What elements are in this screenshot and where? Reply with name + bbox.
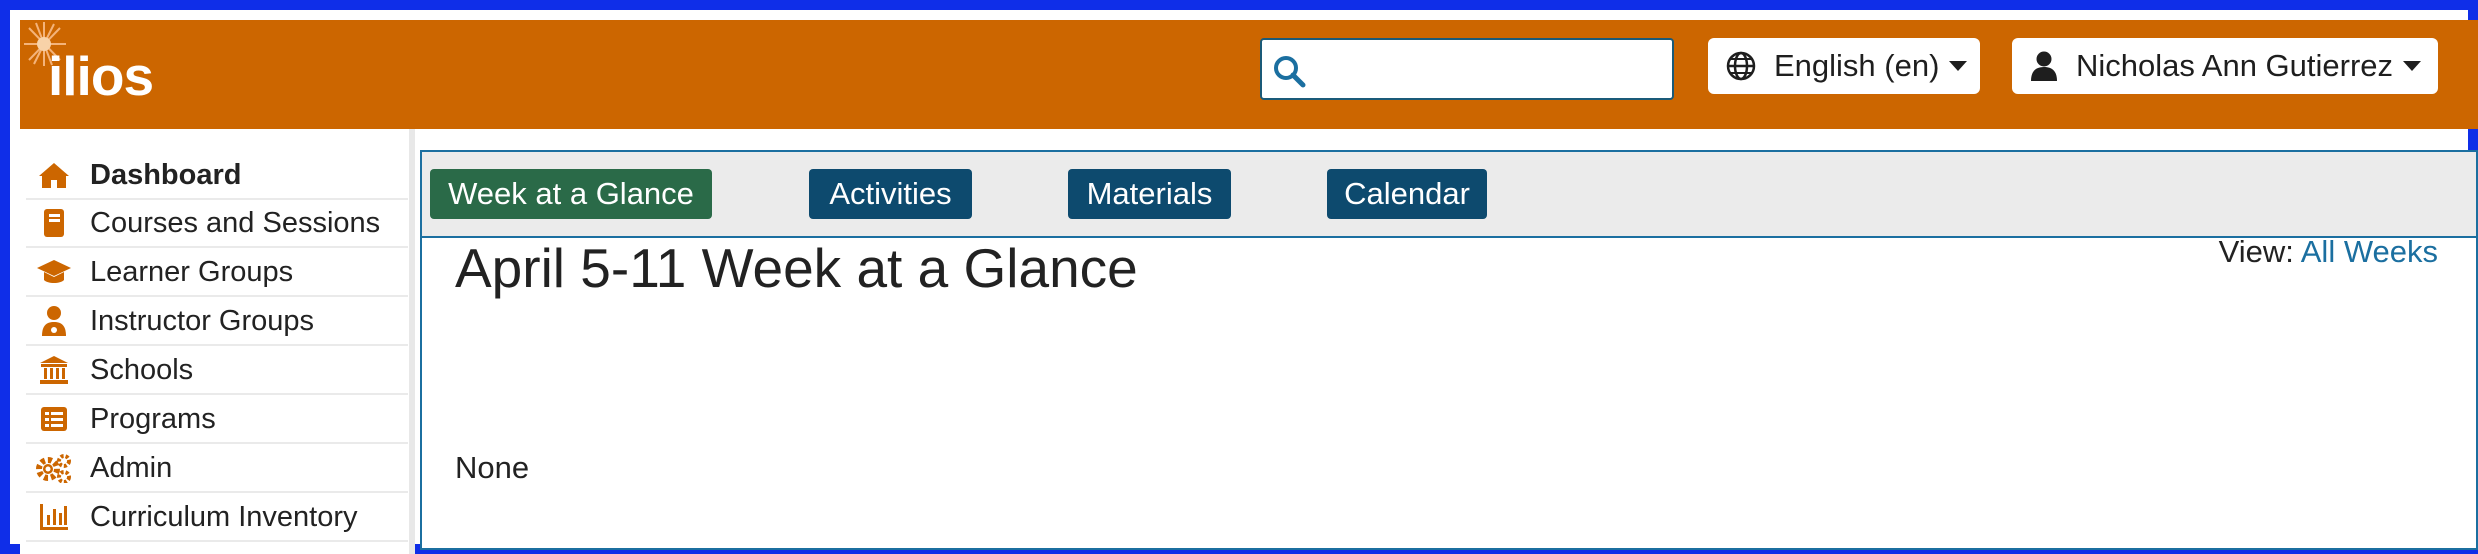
user-md-icon xyxy=(32,305,76,337)
language-dropdown[interactable]: English (en) xyxy=(1708,38,1980,94)
tab-materials[interactable]: Materials xyxy=(1068,169,1231,219)
top-header: ilios English (en) Nicholas Ann Gutierre… xyxy=(20,20,2478,129)
user-menu-dropdown[interactable]: Nicholas Ann Gutierrez xyxy=(2012,38,2438,94)
page-title: April 5-11 Week at a Glance xyxy=(455,237,1138,299)
chart-bar-icon xyxy=(32,503,76,531)
sidebar-nav: Dashboard Courses and Sessions Learner G… xyxy=(20,129,415,554)
view-prefix-label: View: xyxy=(2218,234,2294,269)
chevron-down-icon xyxy=(2403,61,2422,71)
search-icon xyxy=(1274,56,1306,88)
sidebar-item-label: Curriculum Inventory xyxy=(90,500,358,533)
empty-state-text: None xyxy=(455,450,530,485)
sidebar-item-label: Learner Groups xyxy=(90,255,294,288)
chevron-down-icon xyxy=(1949,61,1968,71)
all-weeks-link[interactable]: All Weeks xyxy=(2301,234,2438,269)
graduation-cap-icon xyxy=(32,259,76,285)
list-alt-icon xyxy=(32,406,76,432)
search-input[interactable] xyxy=(1314,48,1668,92)
sidebar-item-label: Instructor Groups xyxy=(90,304,315,337)
tab-activities[interactable]: Activities xyxy=(809,169,972,219)
user-icon xyxy=(2030,51,2058,81)
sidebar-item-label: Courses and Sessions xyxy=(90,206,381,239)
sidebar-item-admin[interactable]: Admin xyxy=(26,445,408,493)
sidebar-item-schools[interactable]: Schools xyxy=(26,347,408,395)
cogs-icon xyxy=(32,453,76,483)
view-selector: View: All Weeks xyxy=(2219,234,2438,270)
logo-text: ilios xyxy=(48,45,154,107)
ilios-logo[interactable]: ilios xyxy=(24,20,184,120)
user-name-label: Nicholas Ann Gutierrez xyxy=(2076,48,2394,83)
sidebar-item-programs[interactable]: Programs xyxy=(26,396,408,444)
sidebar-item-dashboard[interactable]: Dashboard xyxy=(26,152,408,200)
university-icon xyxy=(32,355,76,385)
app-frame: ilios English (en) Nicholas Ann Gutierre… xyxy=(0,0,2478,554)
globe-icon xyxy=(1726,51,1756,81)
sidebar-item-learner-groups[interactable]: Learner Groups xyxy=(26,249,408,297)
search-box[interactable] xyxy=(1260,38,1674,100)
home-icon xyxy=(32,161,76,189)
sidebar-item-curriculum-inventory[interactable]: Curriculum Inventory xyxy=(26,494,408,542)
sidebar-item-label: Programs xyxy=(90,402,216,435)
sidebar-item-instructor-groups[interactable]: Instructor Groups xyxy=(26,298,408,346)
book-icon xyxy=(32,208,76,238)
dashboard-panel: Week at a Glance Activities Materials Ca… xyxy=(420,150,2478,550)
dashboard-tab-bar: Week at a Glance Activities Materials Ca… xyxy=(422,152,2476,238)
tab-week-at-a-glance[interactable]: Week at a Glance xyxy=(430,169,712,219)
sidebar-item-label: Dashboard xyxy=(90,158,242,191)
sidebar-item-label: Schools xyxy=(90,353,194,386)
sidebar-item-label: Admin xyxy=(90,451,173,484)
sidebar-item-courses-and-sessions[interactable]: Courses and Sessions xyxy=(26,200,408,248)
language-label: English (en) xyxy=(1774,48,1940,83)
tab-calendar[interactable]: Calendar xyxy=(1327,169,1487,219)
